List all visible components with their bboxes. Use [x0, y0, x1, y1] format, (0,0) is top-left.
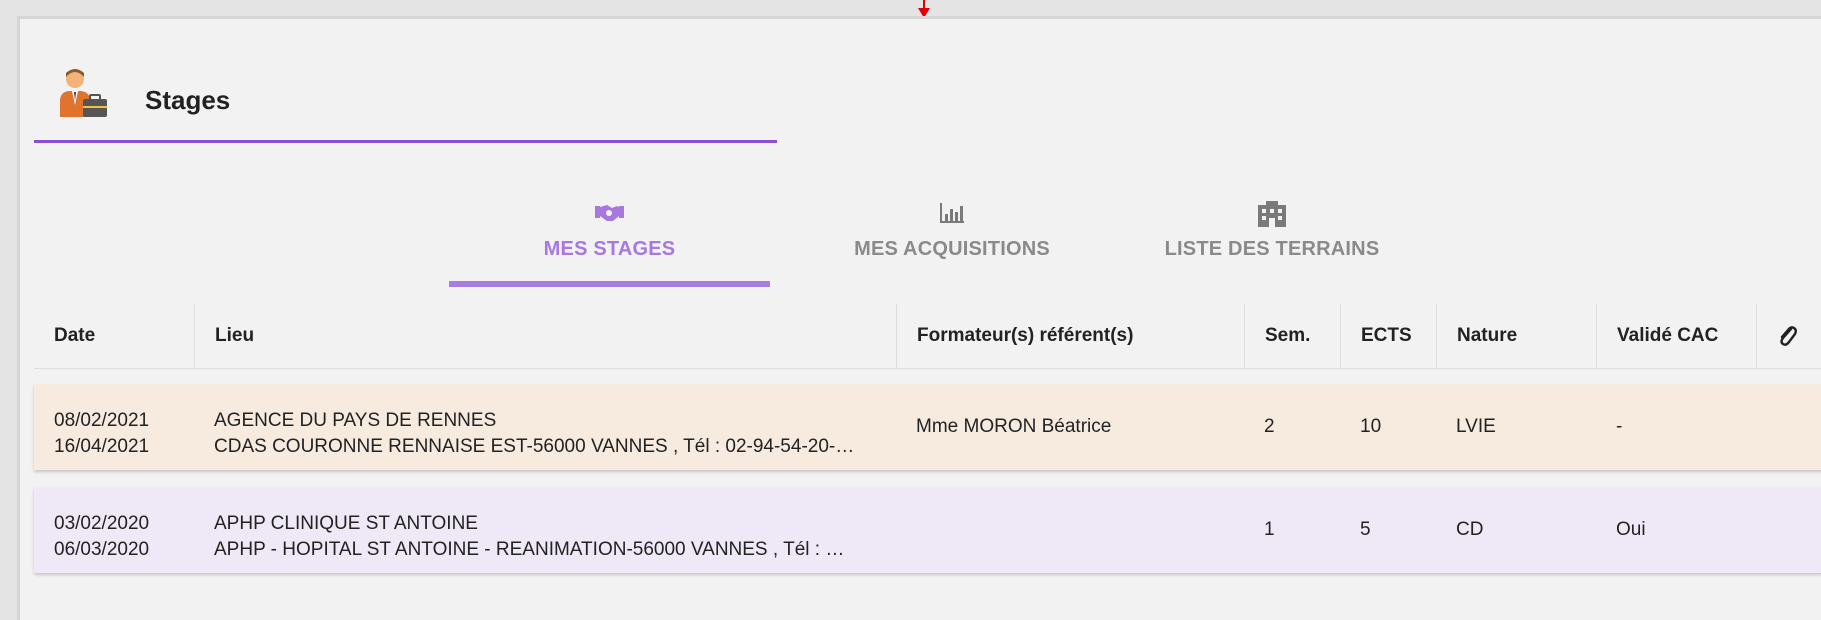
- ects-cell: 10: [1360, 416, 1382, 437]
- lieu-name: AGENCE DU PAYS DE RENNES: [214, 410, 497, 431]
- tab-liste-des-terrains-label: LISTE DES TERRAINS: [1164, 238, 1380, 260]
- tab-mes-acquisitions[interactable]: MES ACQUISITIONS: [832, 179, 1072, 287]
- building-icon: [1258, 201, 1286, 227]
- date-end: 16/04/2021: [54, 436, 150, 457]
- page-title: Stages: [145, 85, 231, 115]
- tab-mes-acquisitions-label: MES ACQUISITIONS: [854, 238, 1050, 260]
- tab-mes-stages-label: MES STAGES: [543, 238, 676, 260]
- col-header-valide-cac[interactable]: Validé CAC: [1596, 304, 1756, 368]
- tab-mes-stages[interactable]: MES STAGES: [449, 179, 770, 287]
- date-cell: 08/02/2021 16/04/2021: [54, 408, 149, 460]
- sem-cell: 2: [1264, 416, 1275, 437]
- lieu-name: APHP CLINIQUE ST ANTOINE: [214, 513, 478, 534]
- active-tab-indicator: [449, 281, 770, 287]
- stages-panel: Stages MES STAGES MES ACQUISITIONS LISTE…: [17, 16, 1821, 620]
- tab-liste-des-terrains[interactable]: LISTE DES TERRAINS: [1137, 179, 1407, 287]
- valide-cac-cell: Oui: [1616, 519, 1646, 540]
- col-header-formateur[interactable]: Formateur(s) référent(s): [896, 304, 1244, 368]
- business-person-icon: [60, 69, 107, 117]
- paperclip-icon: [1780, 326, 1797, 346]
- col-header-lieu[interactable]: Lieu: [194, 304, 896, 368]
- ects-cell: 5: [1360, 519, 1371, 540]
- col-header-ects[interactable]: ECTS: [1340, 304, 1436, 368]
- page-header: Stages: [34, 47, 777, 143]
- valide-cac-cell: -: [1616, 416, 1623, 437]
- nature-cell: CD: [1456, 519, 1484, 540]
- bar-chart-icon: [940, 203, 964, 223]
- lieu-address: APHP - HOPITAL ST ANTOINE - REANIMATION-…: [214, 539, 845, 560]
- date-cell: 03/02/2020 06/03/2020: [54, 511, 149, 563]
- nature-cell: LVIE: [1456, 416, 1496, 437]
- date-start: 03/02/2020: [54, 513, 150, 534]
- handshake-icon: [595, 205, 624, 221]
- table-row[interactable]: 03/02/2020 06/03/2020 APHP CLINIQUE ST A…: [34, 487, 1821, 573]
- table-row[interactable]: 08/02/2021 16/04/2021 AGENCE DU PAYS DE …: [34, 384, 1821, 470]
- formateur-cell: Mme MORON Béatrice: [916, 416, 1112, 437]
- col-header-attachment: [1756, 304, 1821, 368]
- date-end: 06/03/2020: [54, 539, 150, 560]
- col-header-sem[interactable]: Sem.: [1244, 304, 1340, 368]
- sem-cell: 1: [1264, 519, 1275, 540]
- tab-bar: MES STAGES MES ACQUISITIONS LISTE DES TE…: [20, 179, 1821, 287]
- lieu-address: CDAS COURONNE RENNAISE EST-56000 VANNES …: [214, 436, 855, 457]
- col-header-date[interactable]: Date: [34, 304, 194, 368]
- lieu-cell: AGENCE DU PAYS DE RENNES CDAS COURONNE R…: [214, 408, 884, 460]
- col-header-nature[interactable]: Nature: [1436, 304, 1596, 368]
- date-start: 08/02/2021: [54, 410, 150, 431]
- table-header: Date Lieu Formateur(s) référent(s) Sem. …: [34, 304, 1821, 369]
- lieu-cell: APHP CLINIQUE ST ANTOINE APHP - HOPITAL …: [214, 511, 884, 563]
